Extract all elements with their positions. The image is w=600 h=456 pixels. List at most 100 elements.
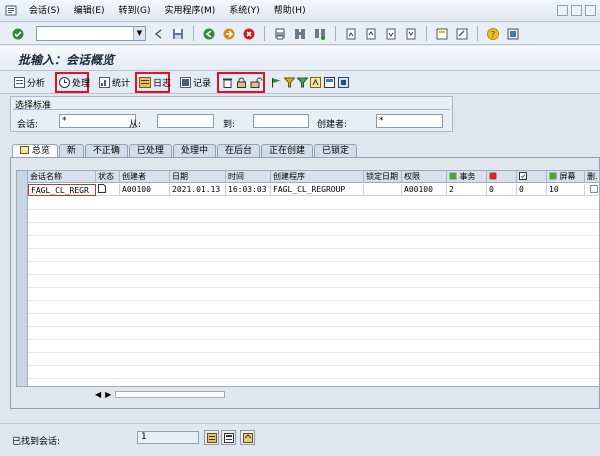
log-button[interactable]: 日志 — [137, 74, 173, 91]
selection-criteria-panel: 选择标准 会话: * 从: 到: 创建者: * — [10, 96, 453, 132]
menu-edit[interactable]: 编辑(E) — [67, 0, 112, 22]
delete-session-button[interactable] — [220, 74, 235, 91]
statistics-label: 统计 — [112, 79, 131, 89]
delete-checkbox[interactable] — [589, 185, 598, 193]
col-errors[interactable] — [487, 171, 517, 183]
minimize-icon[interactable] — [557, 5, 568, 16]
save-icon[interactable] — [170, 26, 186, 42]
lock-session-button[interactable] — [234, 74, 249, 91]
col-time[interactable]: 时间 — [226, 171, 271, 183]
status-bar: 已找到会话: 1 — [0, 423, 600, 456]
collapse-left-icon[interactable] — [150, 26, 166, 42]
record-button[interactable]: 记录 — [178, 74, 213, 91]
table-cell-delete — [585, 184, 599, 196]
unlock-session-button[interactable] — [248, 74, 265, 91]
col-creator[interactable]: 创建者 — [120, 171, 170, 183]
statistics-button[interactable]: 统计 — [97, 74, 132, 91]
to-date-input[interactable] — [253, 114, 309, 128]
scroll-right-icon[interactable]: ▶ — [105, 390, 111, 399]
new-session-icon[interactable] — [434, 26, 450, 42]
table-cell-screens: 10 — [547, 184, 585, 196]
grid-line — [28, 209, 599, 210]
status-list-button[interactable] — [204, 430, 219, 445]
exit-icon[interactable] — [221, 26, 237, 42]
tab-new[interactable]: 新 — [58, 144, 84, 158]
document-icon — [98, 184, 106, 193]
find-icon[interactable] — [292, 26, 308, 42]
status-detail-button[interactable] — [221, 430, 236, 445]
menu-bar: 会话(S) 编辑(E) 转到(G) 实用程序(M) 系统(Y) 帮助(H) — [0, 0, 600, 22]
export-button[interactable] — [336, 74, 351, 91]
analyze-button[interactable]: 分析 — [12, 74, 47, 91]
menu-goto[interactable]: 转到(G) — [111, 0, 157, 22]
table-cell-session-name[interactable]: FAGL_CL_REGR — [28, 184, 96, 196]
tab-processed[interactable]: 已处理 — [128, 144, 172, 158]
found-sessions-count: 1 — [137, 431, 199, 444]
col-date[interactable]: 日期 — [170, 171, 226, 183]
toolbar-separator — [264, 26, 265, 41]
session-table: 会话名称 状态 创建者 日期 时间 创建程序 锁定日期 权限 事务 屏幕 删. … — [16, 170, 600, 387]
log-label: 日志 — [153, 79, 172, 89]
layout-button[interactable] — [322, 74, 337, 91]
first-page-icon[interactable] — [343, 26, 359, 42]
table-cell-program: FAGL_CL_REGROUP — [271, 184, 364, 196]
menu-system[interactable]: 系统(Y) — [222, 0, 267, 22]
col-lock-date[interactable]: 锁定日期 — [364, 171, 402, 183]
system-menu-icon[interactable] — [0, 0, 22, 22]
layout-menu-icon[interactable] — [505, 26, 521, 42]
log-icon — [139, 77, 151, 88]
horizontal-scrollbar[interactable]: ◀ ▶ — [95, 389, 235, 399]
command-field[interactable]: ▼ — [36, 26, 146, 41]
process-button[interactable]: 处理 — [57, 74, 92, 91]
sum-icon — [310, 77, 321, 88]
session-input[interactable]: * — [59, 114, 136, 128]
scroll-track[interactable] — [115, 390, 226, 398]
last-page-icon[interactable] — [403, 26, 419, 42]
panel-divider — [13, 109, 450, 110]
record-label: 记录 — [193, 79, 212, 89]
from-label: 从: — [129, 120, 142, 130]
table-cell-errors: 0 — [487, 184, 517, 196]
col-transactions-label: 事务 — [459, 172, 476, 181]
status-export-button[interactable] — [240, 430, 255, 445]
tab-locked[interactable]: 已锁定 — [313, 144, 357, 158]
table-cell-lock-date — [364, 184, 402, 196]
col-authorization[interactable]: 权限 — [402, 171, 447, 183]
menu-help[interactable]: 帮助(H) — [267, 0, 313, 22]
next-page-icon[interactable] — [383, 26, 399, 42]
col-delete[interactable]: 删. — [585, 171, 599, 183]
analyze-label: 分析 — [27, 79, 46, 89]
chevron-down-icon[interactable]: ▼ — [133, 27, 145, 40]
previous-page-icon[interactable] — [363, 26, 379, 42]
scroll-left-icon[interactable]: ◀ — [95, 390, 101, 399]
shortcut-icon[interactable] — [454, 26, 470, 42]
col-session-name[interactable]: 会话名称 — [28, 171, 96, 183]
col-screens[interactable]: 屏幕 — [547, 171, 585, 183]
creator-input[interactable]: * — [376, 114, 443, 128]
col-program[interactable]: 创建程序 — [271, 171, 364, 183]
menu-session[interactable]: 会话(S) — [22, 0, 67, 22]
tab-in-process[interactable]: 处理中 — [172, 144, 216, 158]
find-next-icon[interactable] — [312, 26, 328, 42]
tab-overview[interactable]: 总览 — [12, 144, 58, 158]
print-icon[interactable] — [272, 26, 288, 42]
col-processed[interactable] — [517, 171, 547, 183]
filter-add-icon — [297, 77, 308, 88]
help-icon[interactable]: ? — [485, 26, 501, 42]
cancel-icon[interactable] — [241, 26, 257, 42]
back-icon[interactable] — [201, 26, 217, 42]
close-icon[interactable] — [585, 5, 596, 16]
export-icon — [338, 77, 349, 88]
tab-background[interactable]: 在后台 — [216, 144, 260, 158]
menu-utilities[interactable]: 实用程序(M) — [157, 0, 222, 22]
col-transactions[interactable]: 事务 — [447, 171, 487, 183]
from-date-input[interactable] — [157, 114, 214, 128]
maximize-icon[interactable] — [571, 5, 582, 16]
sum-button[interactable] — [308, 74, 323, 91]
col-status[interactable]: 状态 — [96, 171, 120, 183]
tab-being-created[interactable]: 正在创建 — [260, 144, 313, 158]
row-header-column[interactable] — [17, 171, 28, 386]
tab-incorrect[interactable]: 不正确 — [84, 144, 128, 158]
enter-icon[interactable] — [10, 26, 26, 42]
grid-line — [28, 274, 599, 275]
